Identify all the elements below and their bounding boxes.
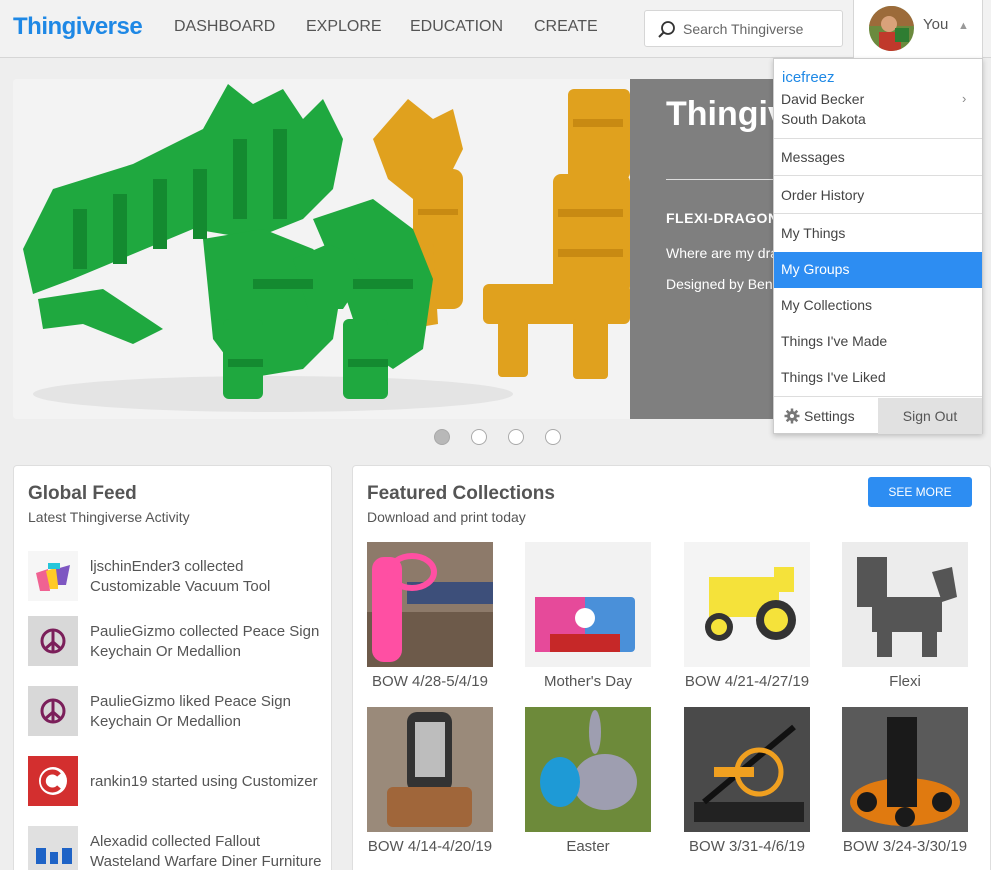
peace-sign-thumb[interactable] bbox=[28, 686, 78, 736]
collection-label[interactable]: BOW 3/24-3/30/19 bbox=[835, 838, 975, 855]
carousel-dot-2[interactable] bbox=[471, 429, 487, 445]
top-navigation-bar: Thingiverse DASHBOARD EXPLORE EDUCATION … bbox=[0, 0, 991, 59]
collection-thumb[interactable] bbox=[842, 707, 968, 832]
see-more-button[interactable]: SEE MORE bbox=[868, 477, 972, 507]
thingiverse-logo[interactable]: Thingiverse bbox=[13, 13, 143, 41]
hero-description: Where are my dragons? bbox=[666, 245, 783, 261]
chevron-right-icon: › bbox=[962, 91, 967, 106]
collection-label[interactable]: BOW 4/28-5/4/19 bbox=[360, 673, 500, 690]
user-menu-toggle[interactable]: You ▲ bbox=[853, 0, 983, 59]
dropdown-username[interactable]: icefreez bbox=[782, 69, 835, 86]
collection-thumb[interactable] bbox=[525, 542, 651, 667]
peace-sign-thumb[interactable] bbox=[28, 616, 78, 666]
dropdown-user-profile[interactable]: icefreez David Becker South Dakota › bbox=[774, 59, 982, 139]
collection-label[interactable]: BOW 4/21-4/27/19 bbox=[677, 673, 817, 690]
feed-item-text[interactable]: ljschinEnder3 collected Customizable Vac… bbox=[90, 557, 330, 597]
collection-card[interactable]: Mother's Day bbox=[525, 542, 651, 690]
collection-thumb[interactable] bbox=[842, 542, 968, 667]
collection-card[interactable]: BOW 3/24-3/30/19 bbox=[842, 707, 968, 855]
chevron-up-icon: ▲ bbox=[958, 20, 969, 32]
collection-label[interactable]: BOW 3/31-4/6/19 bbox=[677, 838, 817, 855]
collection-card[interactable]: Flexi bbox=[842, 542, 968, 690]
nav-education[interactable]: EDUCATION bbox=[410, 18, 503, 36]
settings-button[interactable]: Settings bbox=[774, 398, 878, 434]
feed-item-text[interactable]: PaulieGizmo liked Peace Sign Keychain Or… bbox=[90, 692, 330, 732]
collection-thumb[interactable] bbox=[684, 707, 810, 832]
search-icon bbox=[658, 21, 675, 38]
nav-create[interactable]: CREATE bbox=[534, 18, 598, 36]
search-input[interactable]: Search Thingiverse bbox=[644, 10, 843, 47]
carousel-dot-3[interactable] bbox=[508, 429, 524, 445]
hero-divider bbox=[666, 179, 783, 180]
featured-collections-subtitle: Download and print today bbox=[367, 509, 526, 525]
menu-item-my-collections[interactable]: My Collections bbox=[774, 288, 982, 324]
global-feed-card: Global Feed Latest Thingiverse Activity … bbox=[13, 465, 332, 870]
feed-item-text[interactable]: PaulieGizmo collected Peace Sign Keychai… bbox=[90, 622, 330, 662]
collection-label[interactable]: Mother's Day bbox=[518, 673, 658, 690]
featured-collections-title: Featured Collections bbox=[367, 483, 555, 504]
collection-thumb[interactable] bbox=[367, 707, 493, 832]
hero-caption-panel: Thingiverse FLEXI-DRAGON Where are my dr… bbox=[630, 79, 783, 419]
feed-item[interactable]: PaulieGizmo collected Peace Sign Keychai… bbox=[28, 616, 328, 668]
menu-item-things-liked[interactable]: Things I've Liked bbox=[774, 360, 982, 397]
settings-label: Settings bbox=[804, 408, 855, 424]
hero-designer[interactable]: Designed by Ben bbox=[666, 276, 773, 292]
menu-item-my-groups[interactable]: My Groups bbox=[774, 252, 982, 288]
collection-label[interactable]: Easter bbox=[518, 838, 658, 855]
feed-item[interactable]: rankin19 started using Customizer bbox=[28, 756, 328, 808]
hero-title: Thingiverse bbox=[666, 95, 783, 133]
hero-image bbox=[13, 79, 630, 419]
collection-thumb[interactable] bbox=[684, 542, 810, 667]
global-feed-subtitle: Latest Thingiverse Activity bbox=[28, 509, 190, 525]
global-feed-title: Global Feed bbox=[28, 483, 137, 504]
nav-explore[interactable]: EXPLORE bbox=[306, 18, 382, 36]
feed-item-text[interactable]: rankin19 started using Customizer bbox=[90, 772, 330, 792]
feed-item[interactable]: Alexadid collected Fallout Wasteland War… bbox=[28, 826, 328, 870]
nav-dashboard[interactable]: DASHBOARD bbox=[174, 18, 275, 36]
sign-out-button[interactable]: Sign Out bbox=[878, 398, 982, 434]
search-placeholder: Search Thingiverse bbox=[683, 21, 804, 37]
collection-card[interactable]: BOW 4/21-4/27/19 bbox=[684, 542, 810, 690]
hero-carousel[interactable]: Thingiverse FLEXI-DRAGON Where are my dr… bbox=[13, 79, 783, 419]
collection-card[interactable]: BOW 3/31-4/6/19 bbox=[684, 707, 810, 855]
feed-item-text[interactable]: Alexadid collected Fallout Wasteland War… bbox=[90, 832, 330, 870]
featured-collections-card: Featured Collections Download and print … bbox=[352, 465, 991, 870]
collection-label[interactable]: BOW 4/14-4/20/19 bbox=[360, 838, 500, 855]
menu-item-order-history[interactable]: Order History bbox=[774, 178, 982, 214]
collection-thumb[interactable] bbox=[525, 707, 651, 832]
carousel-dot-1[interactable] bbox=[434, 429, 450, 445]
diner-furniture-thumb[interactable] bbox=[28, 826, 78, 870]
collection-card[interactable]: BOW 4/14-4/20/19 bbox=[367, 707, 493, 855]
user-dropdown-menu: icefreez David Becker South Dakota › Mes… bbox=[773, 58, 983, 434]
collection-card[interactable]: BOW 4/28-5/4/19 bbox=[367, 542, 493, 690]
vacuum-tool-thumb[interactable] bbox=[28, 551, 78, 601]
collection-label[interactable]: Flexi bbox=[835, 673, 975, 690]
menu-item-things-made[interactable]: Things I've Made bbox=[774, 324, 982, 360]
collection-card[interactable]: Easter bbox=[525, 707, 651, 855]
feed-item[interactable]: ljschinEnder3 collected Customizable Vac… bbox=[28, 551, 328, 603]
customizer-logo[interactable] bbox=[28, 756, 78, 806]
avatar[interactable] bbox=[869, 6, 914, 51]
gear-icon bbox=[784, 408, 800, 424]
hero-subtitle[interactable]: FLEXI-DRAGON bbox=[666, 210, 779, 226]
carousel-dot-4[interactable] bbox=[545, 429, 561, 445]
menu-item-messages[interactable]: Messages bbox=[774, 140, 982, 176]
dropdown-location: South Dakota bbox=[781, 111, 866, 127]
collection-thumb[interactable] bbox=[367, 542, 493, 667]
menu-item-my-things[interactable]: My Things bbox=[774, 216, 982, 252]
dropdown-full-name: David Becker bbox=[781, 91, 865, 107]
user-menu-label: You bbox=[923, 16, 949, 33]
feed-item[interactable]: PaulieGizmo liked Peace Sign Keychain Or… bbox=[28, 686, 328, 738]
